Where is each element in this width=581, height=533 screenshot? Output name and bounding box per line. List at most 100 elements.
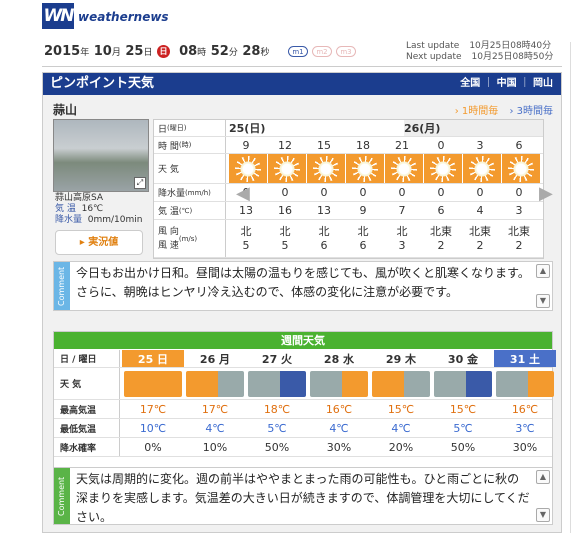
place-name: 蒜山: [53, 103, 78, 117]
wind-speed: 6: [359, 238, 367, 252]
hourly-row-temp: 気 温 (℃) 13 16 13 9 7 6 4 3: [154, 202, 543, 220]
sun-icon: [124, 370, 182, 397]
crumb-chugoku[interactable]: 中国: [497, 78, 517, 89]
wind-direction: 北: [279, 224, 291, 238]
row-label: 降水確率: [54, 438, 120, 456]
wind-speed: 5: [281, 238, 289, 252]
hourly-cell: 4: [476, 204, 484, 217]
sun-icon: [430, 155, 456, 182]
weather-cell: [246, 368, 308, 399]
hourly-cell: 6: [515, 138, 523, 152]
scroll-down-icon[interactable]: ▼: [536, 508, 550, 522]
brand-logo[interactable]: WN: [42, 3, 74, 29]
weather-cell: [494, 368, 556, 399]
weather-cell: [307, 154, 345, 183]
weekly-cell: 5℃: [267, 421, 287, 435]
crumb-okayama[interactable]: 岡山: [533, 78, 553, 89]
weekly-title: 週間天気: [54, 332, 552, 349]
hourly-row-wind: 風 向 風 速 (m/s) 北 5 北 5 北 6 北 6 北 3 北東 2 北東 2 北東 2: [154, 220, 543, 258]
hourly-cell: 7: [398, 204, 406, 217]
hourly-row-weather: 天 気: [154, 154, 543, 184]
comment-text: 今日もお出かけ日和。昼間は太陽の温もりを感じても、風が吹くと肌寒くなります。さら…: [76, 266, 530, 299]
wind-speed: 2: [437, 238, 445, 252]
cloud-rain-icon: [434, 370, 492, 397]
weather-cell: [308, 368, 370, 399]
weekly-row-weather: 天 気: [54, 368, 554, 400]
live-camera-image[interactable]: ⤢: [53, 119, 149, 192]
hourly-cell: 12: [278, 138, 292, 152]
weekly-cell: 31 土: [494, 350, 556, 367]
tab-1h[interactable]: › 1時間毎: [455, 106, 499, 117]
weekly-cell: 4℃: [329, 421, 349, 435]
row-label: 日 / 曜日: [54, 350, 120, 367]
hourly-cell: 0: [320, 186, 328, 199]
weekly-cell: 30%: [326, 440, 352, 454]
hourly-cell: 北東 2: [502, 220, 536, 257]
hourly-cell: 9: [242, 138, 250, 152]
hourly-cell: 0: [281, 186, 289, 199]
row-label: 風 向 風 速 (m/s): [154, 220, 226, 257]
wind-direction: 北東: [508, 224, 530, 238]
weekly-cell: 5℃: [453, 421, 473, 435]
sun-icon: [469, 155, 495, 182]
weather-cell: [229, 154, 267, 183]
hourly-cell: 北3: [385, 220, 419, 257]
weekly-cell: 30 金: [447, 352, 479, 366]
live-value-button[interactable]: ▸ 実況値: [55, 230, 143, 255]
hourly-cell: 北東 2: [424, 220, 458, 257]
scroll-up-icon[interactable]: ▲: [536, 264, 550, 278]
hourly-cell: 13: [239, 204, 253, 217]
crumb-national[interactable]: 全国: [460, 78, 480, 89]
comment-tag: Comment: [54, 262, 70, 310]
hourly-cell: 0: [398, 186, 406, 199]
sun-icon: [352, 155, 378, 182]
prev-arrow-icon[interactable]: ◀: [236, 183, 250, 204]
wind-direction: 北: [318, 224, 330, 238]
cloud-sun-icon: [496, 370, 554, 397]
weekly-row-max: 最高気温 17℃ 17℃ 18℃ 16℃ 15℃ 15℃ 16℃: [54, 400, 552, 419]
row-label: 天 気: [154, 154, 226, 183]
sun-icon: [508, 155, 534, 182]
weekly-cell: 26 月: [199, 352, 231, 366]
hourly-cell: 北6: [307, 220, 341, 257]
wind-speed: 2: [476, 238, 484, 252]
weekly-row-pop: 降水確率 0% 10% 50% 30% 20% 50% 30%: [54, 438, 552, 457]
wind-direction: 北: [357, 224, 369, 238]
brand-name[interactable]: weathernews: [78, 10, 169, 24]
sun-icon: [235, 155, 261, 182]
tab-3h[interactable]: › 3時間毎: [509, 106, 553, 117]
hourly-cell: 0: [515, 186, 523, 199]
hourly-cell: 3: [476, 138, 484, 152]
next-arrow-icon[interactable]: ▶: [539, 183, 553, 204]
scroll-up-icon[interactable]: ▲: [536, 470, 550, 484]
sun-icon: [391, 155, 417, 182]
weekly-cell: 4℃: [205, 421, 225, 435]
weather-cell: [184, 368, 246, 399]
weather-cell: [385, 154, 423, 183]
sun-cloud-icon: [372, 370, 430, 397]
date-bar: 2015年 10月 25日 日 08時 52分 28秒 m1 m2 m3 Las…: [42, 39, 562, 67]
mode-pill-1[interactable]: m1: [288, 46, 308, 57]
hourly-cell: 北5: [229, 220, 263, 257]
mode-pill-3[interactable]: m3: [336, 46, 356, 57]
comment-text: 天気は周期的に変化。週の前半はややまとまった雨の可能性も。ひと雨ごとに秋の深まり…: [76, 472, 530, 524]
weekly-cell: 4℃: [391, 421, 411, 435]
breadcrumb: 全国 ｜ 中国 ｜ 岡山: [460, 78, 553, 89]
mode-pill-2[interactable]: m2: [312, 46, 332, 57]
day-label: 26(月): [404, 122, 441, 135]
row-label: 時 間 (時): [154, 137, 226, 153]
expand-icon[interactable]: ⤢: [134, 177, 146, 189]
hourly-cell: 0: [359, 186, 367, 199]
row-label: 最低気温: [54, 419, 120, 437]
weekly-cell: 10%: [202, 440, 228, 454]
comment-box-daily: Comment 今日もお出かけ日和。昼間は太陽の温もりを感じても、風が吹くと肌寒…: [53, 261, 553, 311]
weekly-row-min: 最低気温 10℃ 4℃ 5℃ 4℃ 4℃ 5℃ 3℃: [54, 419, 552, 438]
weekly-cell: 27 火: [261, 352, 293, 366]
weekly-cell: 10℃: [139, 421, 167, 435]
hourly-row-time: 時 間 (時) 9 12 15 18 21 0 3 6: [154, 137, 543, 154]
cloud-rain-icon: [248, 370, 306, 397]
scroll-down-icon[interactable]: ▼: [536, 294, 550, 308]
weekly-cell: 25 日: [122, 350, 184, 367]
weekly-cell: 50%: [450, 440, 476, 454]
row-label: 降水量 (mm/h): [154, 184, 226, 201]
